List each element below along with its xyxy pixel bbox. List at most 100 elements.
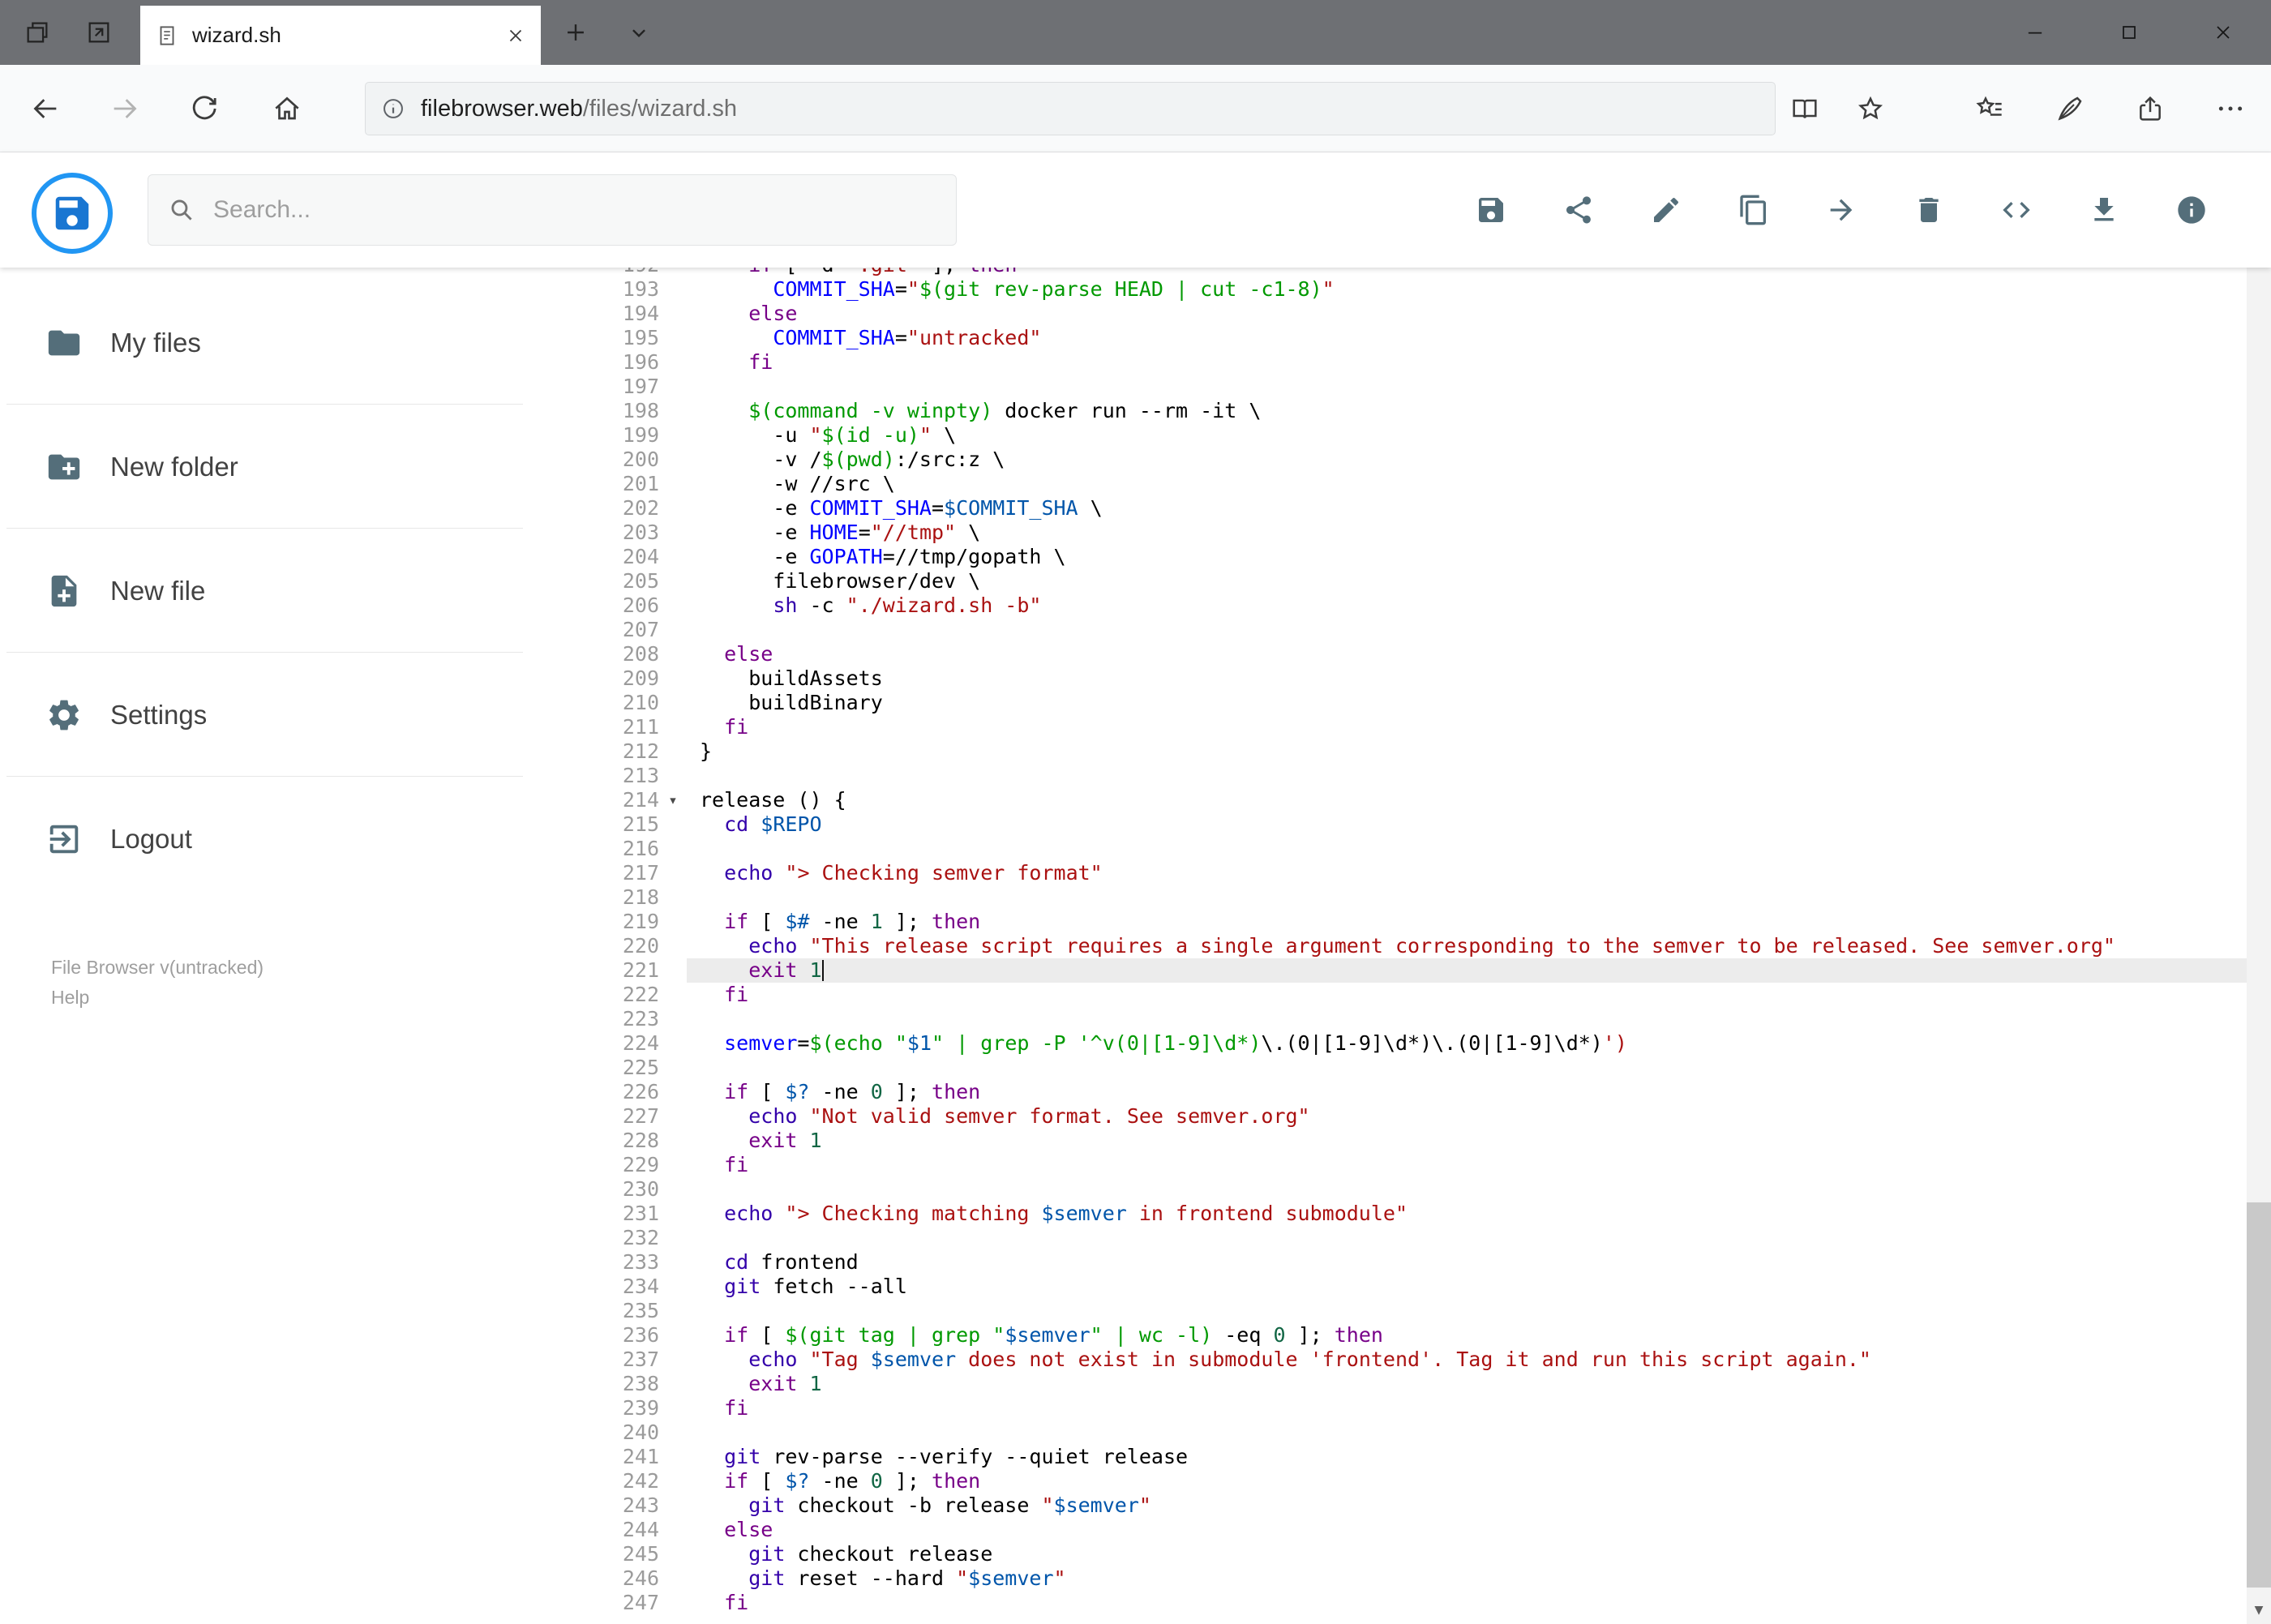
code-line[interactable]: 245 git checkout release [588, 1542, 2247, 1566]
code-line[interactable]: 198 $(command -v winpty) docker run --rm… [588, 399, 2247, 423]
fold-gutter [659, 423, 687, 448]
refresh-icon[interactable] [188, 92, 221, 125]
delete-button[interactable] [1913, 194, 1945, 226]
move-button[interactable] [1825, 194, 1858, 226]
code-line[interactable]: 193 COMMIT_SHA="$(git rev-parse HEAD | c… [588, 277, 2247, 302]
code-line[interactable]: 214 ▾ release () { [588, 788, 2247, 812]
sidebar-item-new-file[interactable]: New file [0, 529, 588, 653]
code-line[interactable]: 234 git fetch --all [588, 1275, 2247, 1299]
info-button[interactable] [2175, 194, 2208, 226]
tab-list-chevron-icon[interactable] [613, 0, 665, 65]
code-line[interactable]: 224 semver=$(echo "$1" | grep -P '^v(0|[… [588, 1031, 2247, 1056]
code-line[interactable]: 211 fi [588, 715, 2247, 739]
edit-button[interactable] [1650, 194, 1682, 226]
code-line[interactable]: 216 [588, 837, 2247, 861]
code-line[interactable]: 240 [588, 1420, 2247, 1445]
hub-icon[interactable] [1973, 92, 2006, 125]
code-line[interactable]: 200 -v /$(pwd):/src:z \ [588, 448, 2247, 472]
code-line[interactable]: 209 buildAssets [588, 666, 2247, 691]
home-icon[interactable] [271, 92, 303, 125]
share-icon[interactable] [2134, 92, 2166, 125]
scroll-down-icon[interactable]: ▼ [2247, 1596, 2271, 1624]
back-icon[interactable] [29, 92, 62, 125]
code-line[interactable]: 204 -e GOPATH=//tmp/gopath \ [588, 545, 2247, 569]
save-button[interactable] [1475, 194, 1507, 226]
scrollbar-thumb[interactable] [2247, 1202, 2271, 1588]
code-line[interactable]: 238 exit 1 [588, 1372, 2247, 1396]
code-line[interactable]: 229 fi [588, 1153, 2247, 1177]
maximize-button[interactable] [2097, 0, 2162, 65]
code-line[interactable]: 236 if [ $(git tag | grep "$semver" | wc… [588, 1323, 2247, 1348]
address-bar[interactable]: filebrowser.web/files/wizard.sh [365, 82, 1776, 135]
close-button[interactable] [2191, 0, 2256, 65]
code-line[interactable]: 212} [588, 739, 2247, 764]
code-line[interactable]: 233 cd frontend [588, 1250, 2247, 1275]
code-line[interactable]: 242 if [ $? -ne 0 ]; then [588, 1469, 2247, 1493]
code-line[interactable]: 206 sh -c "./wizard.sh -b" [588, 593, 2247, 618]
download-button[interactable] [2088, 194, 2120, 226]
code-editor[interactable]: 192 if [ -d ".git" ]; then193 COMMIT_SHA… [588, 268, 2247, 1624]
code-line[interactable]: 232 [588, 1226, 2247, 1250]
code-line[interactable]: 223 [588, 1007, 2247, 1031]
code-line[interactable]: 213 [588, 764, 2247, 788]
code-line[interactable]: 241 git rev-parse --verify --quiet relea… [588, 1445, 2247, 1469]
copy-button[interactable] [1738, 194, 1770, 226]
code-line[interactable]: 195 COMMIT_SHA="untracked" [588, 326, 2247, 350]
code-line[interactable]: 239 fi [588, 1396, 2247, 1420]
code-line[interactable]: 247 fi [588, 1591, 2247, 1615]
code-line[interactable]: 244 else [588, 1518, 2247, 1542]
code-line[interactable]: 243 git checkout -b release "$semver" [588, 1493, 2247, 1518]
code-line[interactable]: 208 else [588, 642, 2247, 666]
code-line[interactable]: 196 fi [588, 350, 2247, 375]
search-box[interactable] [148, 174, 957, 246]
code-line[interactable]: 197 [588, 375, 2247, 399]
page-scrollbar[interactable]: ▲ ▼ [2247, 152, 2271, 1624]
code-line[interactable]: 205 filebrowser/dev \ [588, 569, 2247, 593]
sidebar-item-settings[interactable]: Settings [0, 653, 588, 777]
code-line[interactable]: 215 cd $REPO [588, 812, 2247, 837]
new-tab-button[interactable] [550, 0, 602, 65]
code-line[interactable]: 218 [588, 885, 2247, 910]
share-button[interactable] [1562, 194, 1595, 226]
code-line[interactable]: 192 if [ -d ".git" ]; then [588, 268, 2247, 277]
help-link[interactable]: Help [51, 983, 264, 1013]
code-line[interactable]: 230 [588, 1177, 2247, 1202]
sidebar-item-logout[interactable]: Logout [0, 777, 588, 901]
browser-tab[interactable]: wizard.sh [140, 6, 541, 65]
tab-close-icon[interactable] [505, 25, 526, 46]
code-line[interactable]: 227 echo "Not valid semver format. See s… [588, 1104, 2247, 1129]
code-line[interactable]: 221 exit 1 [588, 958, 2247, 983]
minimize-button[interactable] [2003, 0, 2067, 65]
code-line[interactable]: 210 buildBinary [588, 691, 2247, 715]
code-line[interactable]: 231 echo "> Checking matching $semver in… [588, 1202, 2247, 1226]
raw-code-button[interactable] [2000, 194, 2033, 226]
code-line[interactable]: 203 -e HOME="//tmp" \ [588, 521, 2247, 545]
search-input[interactable] [213, 196, 936, 224]
code-line[interactable]: 226 if [ $? -ne 0 ]; then [588, 1080, 2247, 1104]
code-line[interactable]: 199 -u "$(id -u)" \ [588, 423, 2247, 448]
code-line[interactable]: 202 -e COMMIT_SHA=$COMMIT_SHA \ [588, 496, 2247, 521]
code-line[interactable]: 217 echo "> Checking semver format" [588, 861, 2247, 885]
sidebar-item-new-folder[interactable]: New folder [0, 405, 588, 529]
code-line[interactable]: 237 echo "Tag $semver does not exist in … [588, 1348, 2247, 1372]
more-options-icon[interactable] [2214, 92, 2247, 125]
reading-view-icon[interactable] [1789, 92, 1821, 125]
code-line[interactable]: 222 fi [588, 983, 2247, 1007]
site-info-icon[interactable] [380, 96, 406, 122]
code-line[interactable]: 225 [588, 1056, 2247, 1080]
code-line[interactable]: 219 if [ $# -ne 1 ]; then [588, 910, 2247, 934]
favorite-star-icon[interactable] [1854, 92, 1887, 125]
tab-preview-icon[interactable] [73, 0, 125, 65]
tabs-set-aside-icon[interactable] [11, 0, 63, 65]
code-line[interactable]: 201 -w //src \ [588, 472, 2247, 496]
fold-marker-icon[interactable]: ▾ [659, 788, 687, 812]
code-line[interactable]: 194 else [588, 302, 2247, 326]
code-line[interactable]: 220 echo "This release script requires a… [588, 934, 2247, 958]
code-line[interactable]: 228 exit 1 [588, 1129, 2247, 1153]
code-line[interactable]: 207 [588, 618, 2247, 642]
sidebar-item-my-files[interactable]: My files [0, 281, 588, 405]
code-line[interactable]: 246 git reset --hard "$semver" [588, 1566, 2247, 1591]
code-line[interactable]: 235 [588, 1299, 2247, 1323]
forward-icon[interactable] [109, 92, 141, 125]
web-note-icon[interactable] [2054, 92, 2086, 125]
